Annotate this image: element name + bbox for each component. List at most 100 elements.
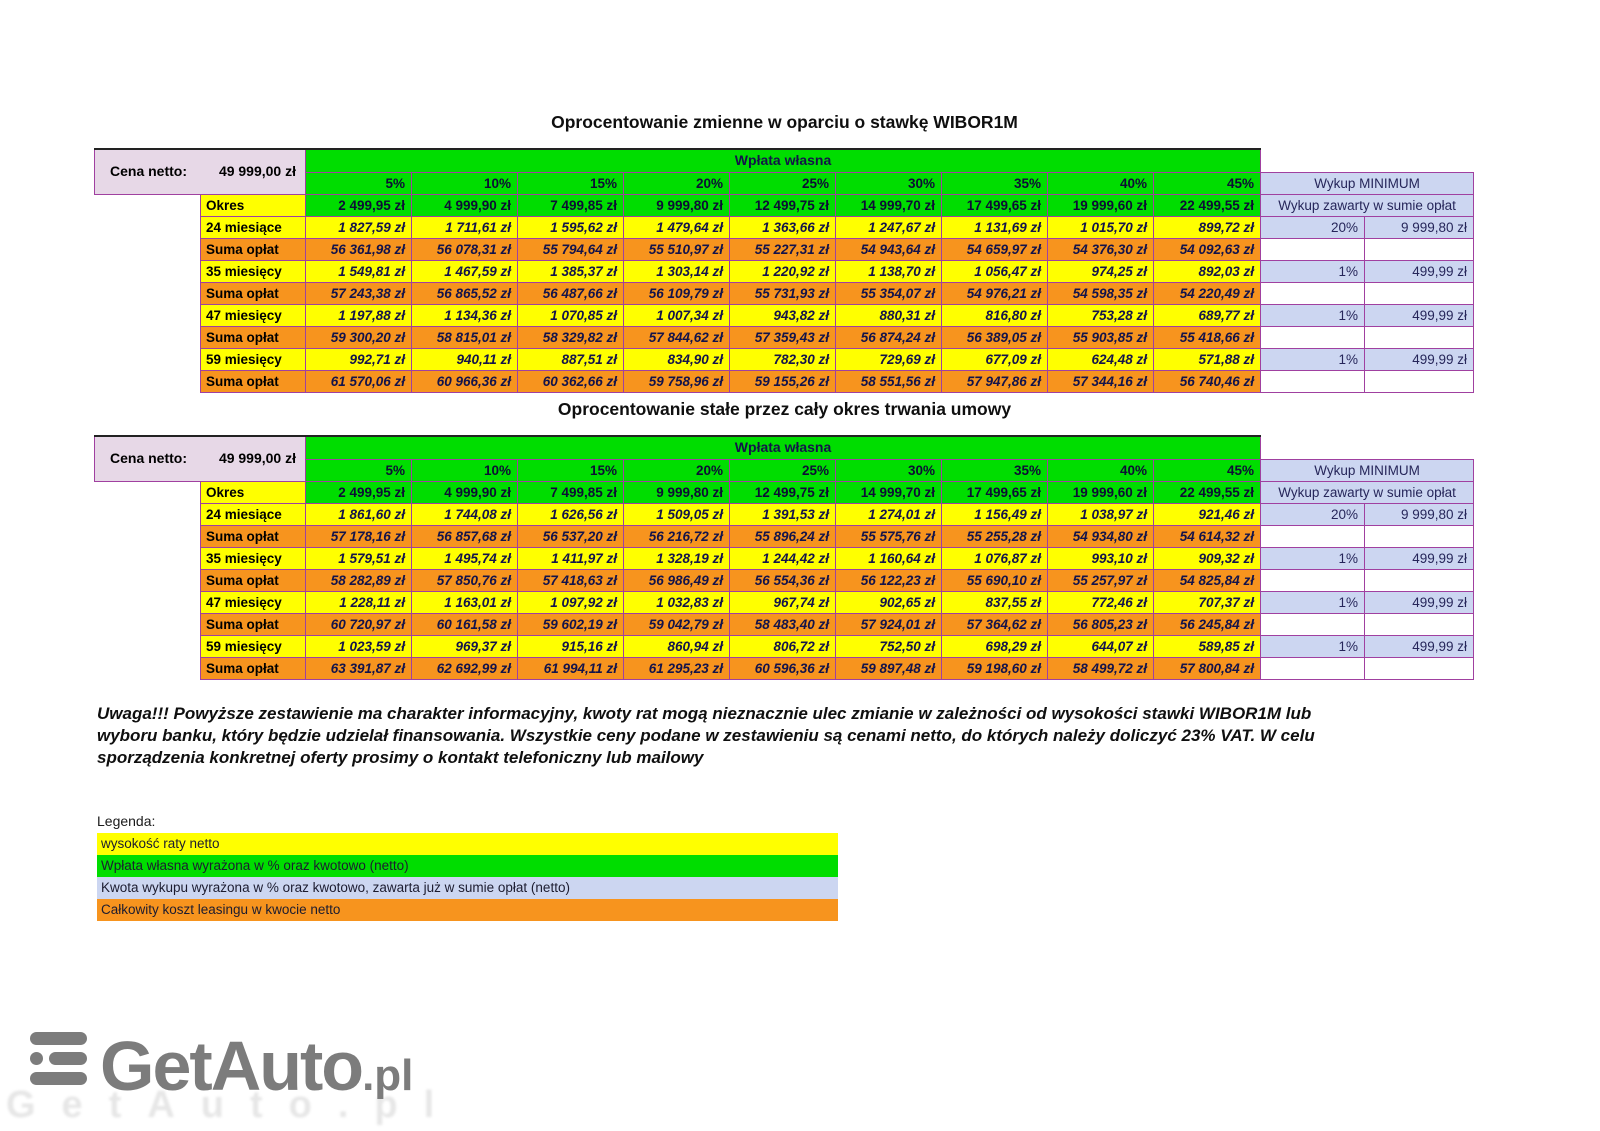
wplata-amount-cell: 7 499,85 zł (518, 481, 624, 503)
wykup-amount-cell: 499,99 zł (1365, 348, 1474, 370)
installment-cell: 1 495,74 zł (412, 547, 518, 569)
installment-cell: 571,88 zł (1154, 348, 1261, 370)
table-row: Suma opłat58 282,89 zł57 850,76 zł57 418… (95, 569, 1474, 591)
wykup-empty-cell (1261, 613, 1365, 635)
installment-cell: 909,32 zł (1154, 547, 1261, 569)
getauto-list-icon (30, 1032, 87, 1085)
table-row: Suma opłat61 570,06 zł60 966,36 zł60 362… (95, 370, 1474, 392)
wykup-empty-cell (1365, 657, 1474, 679)
installment-cell: 902,65 zł (836, 591, 942, 613)
wykup-amount-cell: 499,99 zł (1365, 591, 1474, 613)
wykup-amount-cell: 499,99 zł (1365, 260, 1474, 282)
installment-cell: 772,46 zł (1048, 591, 1154, 613)
spacer-cell (95, 569, 201, 591)
suma-cell: 58 329,82 zł (518, 326, 624, 348)
suma-cell: 57 418,63 zł (518, 569, 624, 591)
suma-cell: 60 966,36 zł (412, 370, 518, 392)
suma-cell: 59 198,60 zł (942, 657, 1048, 679)
spacer-cell (95, 304, 201, 326)
installment-cell: 1 385,37 zł (518, 260, 624, 282)
installment-cell: 1 160,64 zł (836, 547, 942, 569)
suma-cell: 54 659,97 zł (942, 238, 1048, 260)
wykup-empty-cell (1261, 569, 1365, 591)
table-row: 24 miesiące1 827,59 zł1 711,61 zł1 595,6… (95, 216, 1474, 238)
cena-netto-content: Cena netto:49 999,00 zł (95, 161, 305, 182)
suma-cell: 54 934,80 zł (1048, 525, 1154, 547)
installment-cell: 1 479,64 zł (624, 216, 730, 238)
installment-cell: 974,25 zł (1048, 260, 1154, 282)
wykup-percent-cell: 1% (1261, 635, 1365, 657)
percent-header-cell: 5% (306, 459, 412, 481)
rate-table: Cena netto:49 999,00 złWpłata własna5%10… (94, 148, 1474, 393)
percent-header-cell: 15% (518, 459, 624, 481)
installment-cell: 1 007,34 zł (624, 304, 730, 326)
suma-cell: 61 994,11 zł (518, 657, 624, 679)
percent-header-cell: 40% (1048, 172, 1154, 194)
wplata-amount-cell: 12 499,75 zł (730, 481, 836, 503)
suma-cell: 56 805,23 zł (1048, 613, 1154, 635)
installment-cell: 1 861,60 zł (306, 503, 412, 525)
wplata-amount-cell: 17 499,65 zł (942, 194, 1048, 216)
spacer-cell (95, 547, 201, 569)
cena-netto-label: Cena netto: (110, 161, 187, 182)
legend-items: wysokość raty nettoWpłata własna wyrażon… (97, 833, 838, 921)
wplata-wlasna-header: Wpłata własna (306, 149, 1261, 172)
wykup-empty-cell (1365, 370, 1474, 392)
percent-header-cell: 5% (306, 172, 412, 194)
suma-cell: 56 216,72 zł (624, 525, 730, 547)
percent-header-cell: 15% (518, 172, 624, 194)
wykup-amount-cell: 9 999,80 zł (1365, 216, 1474, 238)
wplata-amount-cell: 22 499,55 zł (1154, 481, 1261, 503)
okres-label: Okres (201, 481, 306, 503)
installment-cell: 892,03 zł (1154, 260, 1261, 282)
wplata-amount-cell: 22 499,55 zł (1154, 194, 1261, 216)
wykup-percent-cell: 1% (1261, 591, 1365, 613)
table-row: 35 miesięcy1 579,51 zł1 495,74 zł1 411,9… (95, 547, 1474, 569)
table-row: 59 miesięcy992,71 zł940,11 zł887,51 zł83… (95, 348, 1474, 370)
suma-cell: 56 874,24 zł (836, 326, 942, 348)
suma-cell: 56 986,49 zł (624, 569, 730, 591)
wykup-empty-cell (1261, 282, 1365, 304)
suma-cell: 57 364,62 zł (942, 613, 1048, 635)
row-label: Suma opłat (201, 370, 306, 392)
wplata-wlasna-header: Wpłata własna (306, 436, 1261, 459)
spacer-cell (95, 194, 201, 216)
suma-cell: 56 857,68 zł (412, 525, 518, 547)
wplata-amount-cell: 14 999,70 zł (836, 481, 942, 503)
suma-cell: 56 078,31 zł (412, 238, 518, 260)
header-row: Cena netto:49 999,00 złWpłata własna (95, 149, 1474, 172)
installment-cell: 806,72 zł (730, 635, 836, 657)
wykup-amount-cell: 9 999,80 zł (1365, 503, 1474, 525)
installment-cell: 1 076,87 zł (942, 547, 1048, 569)
wykup-percent-cell: 1% (1261, 547, 1365, 569)
icon-bar-short (49, 1052, 87, 1065)
suma-cell: 60 596,36 zł (730, 657, 836, 679)
table-row: 24 miesiące1 861,60 zł1 744,08 zł1 626,5… (95, 503, 1474, 525)
icon-dot (30, 1052, 43, 1065)
installment-cell: 752,50 zł (836, 635, 942, 657)
cena-netto-box: Cena netto:49 999,00 zł (95, 436, 306, 481)
spacer-cell (95, 657, 201, 679)
cena-netto-value: 49 999,00 zł (219, 448, 296, 469)
installment-cell: 1 303,14 zł (624, 260, 730, 282)
okres-label: Okres (201, 194, 306, 216)
spacer-cell (95, 525, 201, 547)
row-label: Suma opłat (201, 569, 306, 591)
table-row: 35 miesięcy1 549,81 zł1 467,59 zł1 385,3… (95, 260, 1474, 282)
spacer-cell (95, 503, 201, 525)
installment-cell: 1 247,67 zł (836, 216, 942, 238)
row-label: Suma opłat (201, 657, 306, 679)
wykup-empty-cell (1261, 238, 1365, 260)
installment-cell: 816,80 zł (942, 304, 1048, 326)
suma-cell: 57 800,84 zł (1154, 657, 1261, 679)
installment-cell: 1 220,92 zł (730, 260, 836, 282)
installment-cell: 1 156,49 zł (942, 503, 1048, 525)
suma-cell: 56 865,52 zł (412, 282, 518, 304)
row-label: Suma opłat (201, 238, 306, 260)
installment-cell: 1 015,70 zł (1048, 216, 1154, 238)
legend-item: Całkowity koszt leasingu w kwocie netto (97, 899, 838, 921)
row-label: 35 miesięcy (201, 547, 306, 569)
spacer-cell (95, 635, 201, 657)
suma-cell: 55 510,97 zł (624, 238, 730, 260)
suma-cell: 54 598,35 zł (1048, 282, 1154, 304)
